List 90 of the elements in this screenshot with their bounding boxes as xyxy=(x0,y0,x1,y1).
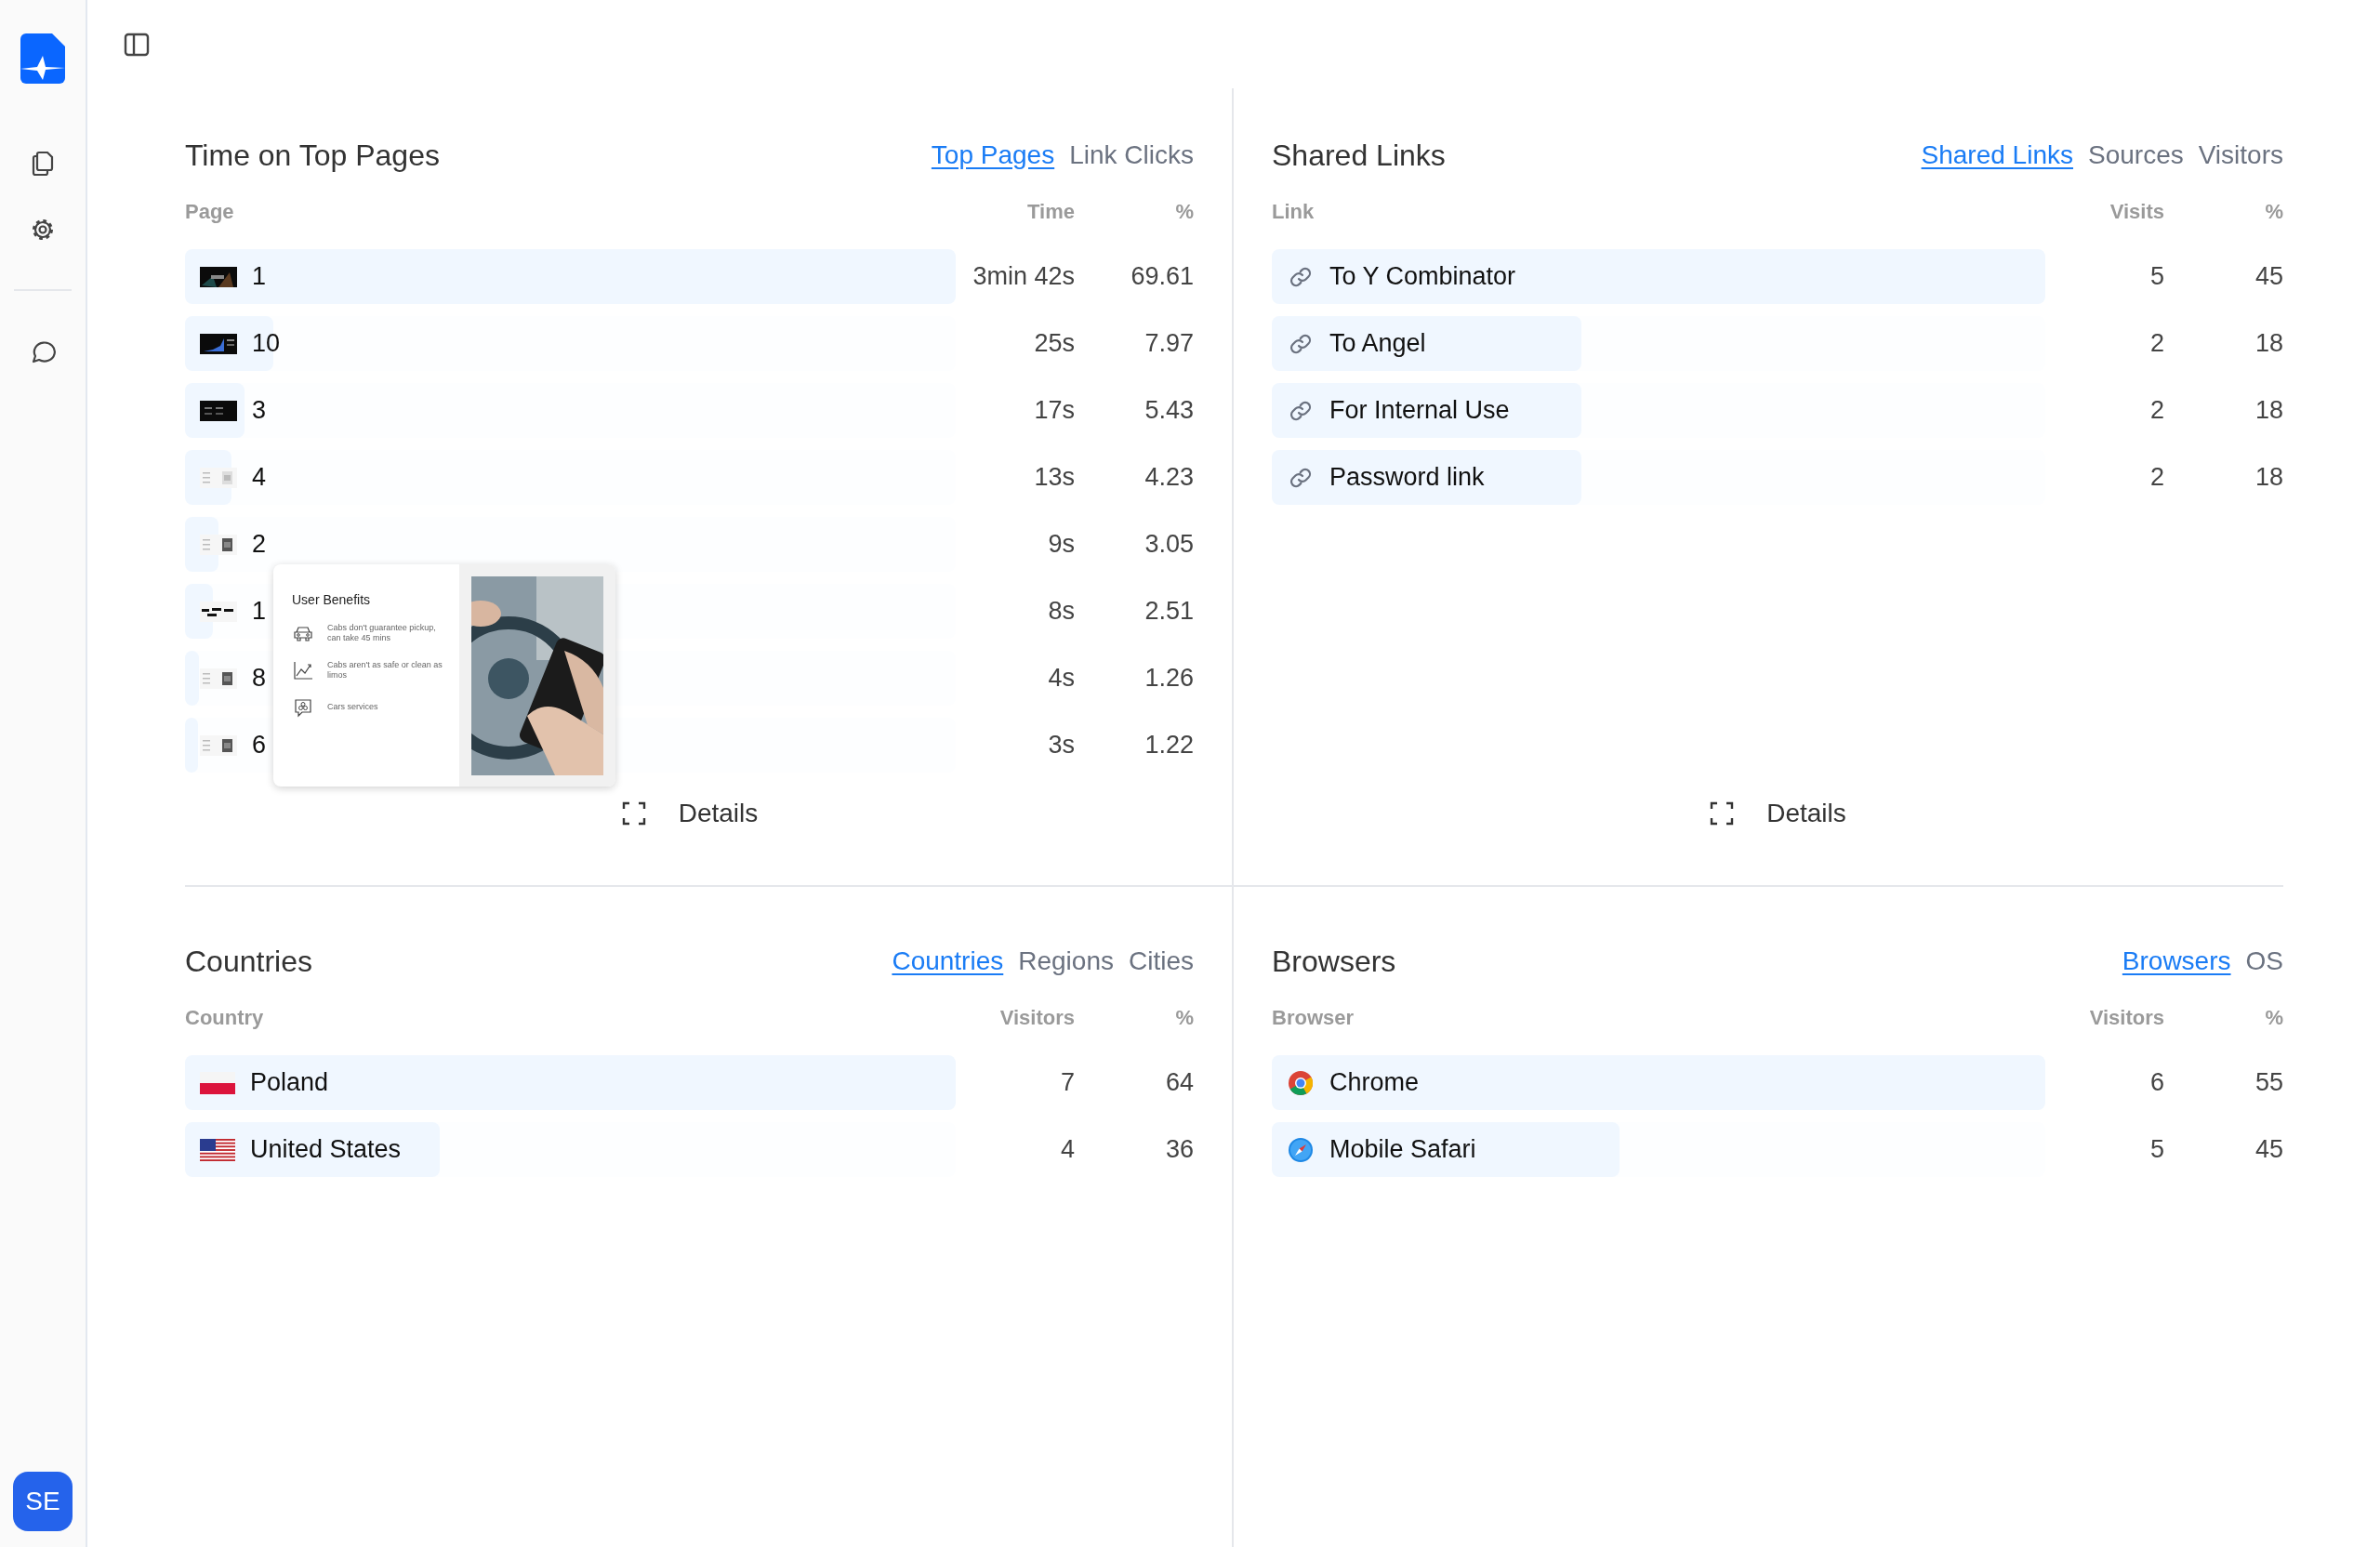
tab[interactable]: Cities xyxy=(1129,946,1194,976)
slide-text: Cabs don't guarantee pickup, can take 45 mins xyxy=(327,622,437,644)
table-cell-text: 17s xyxy=(1033,396,1075,425)
avatar[interactable]: SE xyxy=(13,1472,73,1531)
chrome-icon xyxy=(1287,1068,1315,1097)
table-cell-text: 3.05 xyxy=(1144,530,1194,559)
table-cell-text: 69.61 xyxy=(1130,262,1194,291)
tab[interactable]: Regions xyxy=(1018,946,1114,976)
row-label[interactable]: Chrome xyxy=(1329,1068,1420,1097)
table-cell-text: 13s xyxy=(1033,463,1075,492)
panel-title: Shared Links xyxy=(1272,138,1446,173)
row-label[interactable]: 1 xyxy=(252,262,267,291)
table-cell-text: 18 xyxy=(2254,396,2283,425)
column-header: Visits xyxy=(2109,200,2164,224)
table-cell-text: 2 xyxy=(2149,463,2164,492)
table-cell-text: 2 xyxy=(2149,329,2164,358)
tab[interactable]: Shared Links xyxy=(1921,140,2073,170)
slide-title: User Benefits xyxy=(292,592,372,607)
table-cell-text: 2 xyxy=(2149,396,2164,425)
table-cell-text: 55 xyxy=(2254,1068,2283,1097)
tab[interactable]: Visitors xyxy=(2198,140,2283,170)
row-label[interactable]: Mobile Safari xyxy=(1329,1135,1476,1164)
table-cell-text: 6 xyxy=(2149,1068,2164,1097)
column-header: Visitors xyxy=(998,1006,1075,1030)
compass-icon xyxy=(1287,1135,1315,1164)
expand-icon xyxy=(620,800,647,826)
column-header: Time xyxy=(1026,200,1075,224)
table-cell-text: 25s xyxy=(1033,329,1075,358)
table-cell-text: 18 xyxy=(2254,463,2283,492)
table-cell-text: 5.43 xyxy=(1144,396,1194,425)
tab[interactable]: Link Clicks xyxy=(1069,140,1194,170)
row-label[interactable]: 10 xyxy=(252,329,281,358)
slide-text: Cars services xyxy=(327,702,379,713)
panel-title: Browsers xyxy=(1272,944,1396,979)
row-label[interactable]: For Internal Use xyxy=(1329,396,1510,425)
row-label[interactable]: 3 xyxy=(252,396,267,425)
table-cell-text: 1.22 xyxy=(1144,731,1194,760)
column-header: Page xyxy=(185,200,235,224)
table-cell-text: 45 xyxy=(2254,1135,2283,1164)
row-label[interactable]: To Angel xyxy=(1329,329,1426,358)
tab[interactable]: Top Pages xyxy=(931,140,1055,170)
tab[interactable]: Sources xyxy=(2088,140,2184,170)
table-cell-text: 3min 42s xyxy=(972,262,1075,291)
details-button[interactable]: Details xyxy=(620,795,759,832)
tab[interactable]: Browsers xyxy=(2122,946,2231,976)
row-label[interactable]: 2 xyxy=(252,530,267,559)
row-label[interactable]: 8 xyxy=(252,664,267,693)
table-cell-text: 4s xyxy=(1047,664,1075,693)
logo-icon[interactable] xyxy=(20,33,65,84)
row-label[interactable]: 1 xyxy=(252,597,267,626)
table-cell-text: 64 xyxy=(1164,1068,1194,1097)
table-cell-text: 7 xyxy=(1059,1068,1075,1097)
row-label[interactable]: United States xyxy=(250,1135,402,1164)
column-header: % xyxy=(1174,200,1194,224)
expand-icon xyxy=(1709,800,1736,826)
row-label[interactable]: 6 xyxy=(252,731,267,760)
table-cell-text: 3s xyxy=(1047,731,1075,760)
table-cell-text: 18 xyxy=(2254,329,2283,358)
row-label[interactable]: 4 xyxy=(252,463,267,492)
column-header: % xyxy=(1174,1006,1194,1030)
table-cell-text: 9s xyxy=(1047,530,1075,559)
column-header: % xyxy=(2264,1006,2283,1030)
panel-title: Time on Top Pages xyxy=(185,138,440,173)
table-cell-text: 5 xyxy=(2149,262,2164,291)
column-header: Link xyxy=(1272,200,1316,224)
chart-icon xyxy=(292,659,314,681)
table-cell-text: 36 xyxy=(1164,1135,1194,1164)
poland-flag-icon xyxy=(200,1071,235,1094)
column-header: % xyxy=(2264,200,2283,224)
tab[interactable]: Countries xyxy=(892,946,1004,976)
column-header: Browser xyxy=(1272,1006,1355,1030)
row-label[interactable]: To Y Combinator xyxy=(1329,262,1516,291)
table-cell-text: 7.97 xyxy=(1144,329,1194,358)
us-flag-icon xyxy=(200,1138,235,1161)
details-button[interactable]: Details xyxy=(1709,795,1846,832)
slide-text: Cabs aren't as safe or clean as limos xyxy=(327,659,443,681)
column-header: Country xyxy=(185,1006,265,1030)
tab[interactable]: OS xyxy=(2245,946,2283,976)
table-cell-text: 45 xyxy=(2254,262,2283,291)
table-cell-text: 5 xyxy=(2149,1135,2164,1164)
table-cell-text: 4 xyxy=(1059,1135,1075,1164)
column-header: Visitors xyxy=(2088,1006,2164,1030)
table-cell-text: 2.51 xyxy=(1144,597,1194,626)
table-cell-text: 4.23 xyxy=(1144,463,1194,492)
row-label[interactable]: Password link xyxy=(1329,463,1485,492)
table-cell-text: 1.26 xyxy=(1144,664,1194,693)
table-cell-text: 8s xyxy=(1047,597,1075,626)
panel-title: Countries xyxy=(185,944,312,979)
chat-icon xyxy=(292,696,314,719)
row-label[interactable]: Poland xyxy=(250,1068,329,1097)
